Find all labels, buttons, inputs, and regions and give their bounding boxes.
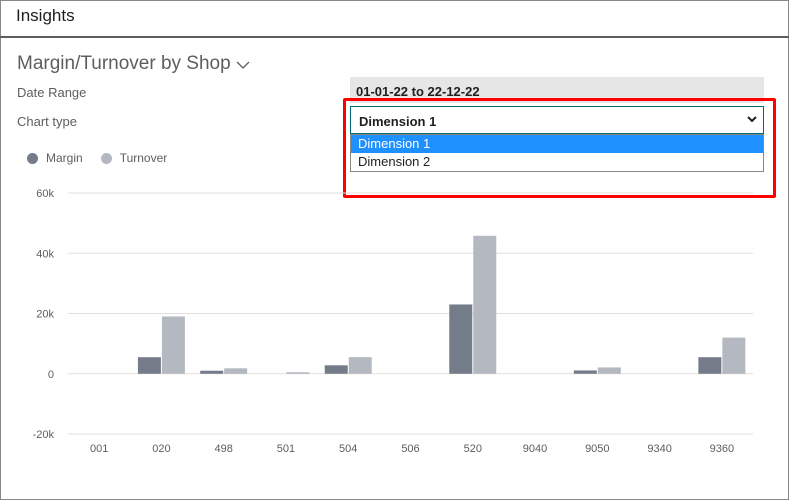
bar-turnover bbox=[473, 235, 497, 374]
y-tick-label: 60k bbox=[36, 188, 54, 200]
bar-chart: -20k 0 20k 40k 60k 001 020 498 501 504 506 520 9040 9… bbox=[33, 188, 753, 455]
bar-turnover bbox=[597, 367, 621, 374]
bar-margin bbox=[573, 370, 597, 374]
y-tick-label: 0 bbox=[48, 369, 54, 381]
y-tick-label: 40k bbox=[36, 248, 54, 260]
bar-turnover bbox=[722, 337, 746, 374]
bar-margin bbox=[698, 357, 722, 374]
x-tick-label: 498 bbox=[215, 443, 233, 455]
bar-margin bbox=[324, 365, 348, 374]
bar-turnover bbox=[161, 316, 185, 374]
x-tick-label: 9360 bbox=[710, 443, 734, 455]
x-tick-label: 001 bbox=[90, 443, 108, 455]
bar-margin bbox=[449, 304, 473, 374]
x-tick-label: 9340 bbox=[647, 443, 671, 455]
x-tick-label: 9050 bbox=[585, 443, 609, 455]
bar-turnover bbox=[224, 368, 248, 374]
bar-turnover bbox=[348, 357, 372, 374]
bar-turnover bbox=[286, 372, 310, 374]
bar-margin bbox=[200, 370, 224, 374]
x-tick-label: 504 bbox=[339, 443, 357, 455]
x-tick-label: 020 bbox=[152, 443, 170, 455]
x-tick-label: 506 bbox=[401, 443, 419, 455]
y-tick-label: -20k bbox=[33, 429, 55, 441]
x-tick-label: 9040 bbox=[523, 443, 547, 455]
bar-margin bbox=[137, 357, 161, 374]
x-tick-label: 520 bbox=[464, 443, 482, 455]
x-tick-label: 501 bbox=[277, 443, 295, 455]
y-tick-label: 20k bbox=[36, 309, 54, 321]
